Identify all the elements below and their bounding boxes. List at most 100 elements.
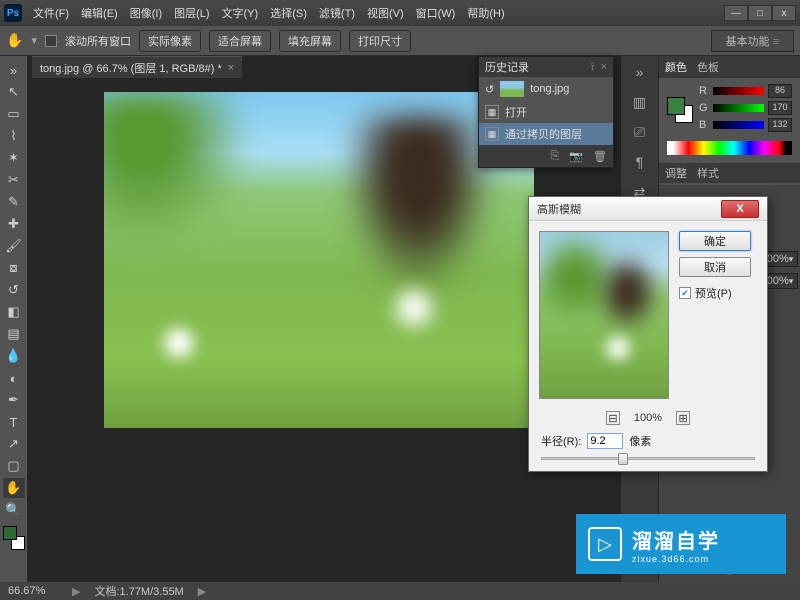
status-arrow-icon[interactable]: ▶ [72, 585, 80, 598]
dodge-tool-icon[interactable]: ◐ [3, 368, 25, 388]
status-zoom[interactable]: 66.67% [8, 585, 58, 597]
fit-screen-button[interactable]: 适合屏幕 [209, 30, 271, 52]
marquee-tool-icon[interactable]: ▭ [3, 104, 25, 124]
path-tool-icon[interactable]: ↗ [3, 434, 25, 454]
status-menu-icon[interactable]: ▶ [198, 585, 206, 598]
b-slider[interactable] [713, 121, 764, 129]
preview-zoom-value: 100% [634, 412, 662, 424]
ok-button[interactable]: 确定 [679, 231, 751, 251]
cancel-button[interactable]: 取消 [679, 257, 751, 277]
dock-collapse-icon[interactable]: » [627, 62, 653, 82]
menu-layer[interactable]: 图层(L) [169, 3, 214, 23]
zoom-out-button[interactable]: ⊟ [606, 411, 620, 425]
properties-panel-icon[interactable]: ⎚ [627, 122, 653, 142]
tab-color[interactable]: 颜色 [665, 59, 687, 75]
fill-screen-button[interactable]: 填充屏幕 [279, 30, 341, 52]
tab-styles[interactable]: 样式 [697, 165, 719, 181]
type-tool-icon[interactable]: T [3, 412, 25, 432]
menu-type[interactable]: 文字(Y) [217, 3, 264, 23]
r-value[interactable]: 86 [768, 84, 792, 98]
pen-tool-icon[interactable]: ✒ [3, 390, 25, 410]
eyedropper-tool-icon[interactable]: ✎ [3, 192, 25, 212]
healing-tool-icon[interactable]: ✚ [3, 214, 25, 234]
color-swatch[interactable] [667, 97, 693, 123]
g-value[interactable]: 170 [768, 101, 792, 115]
minimize-button[interactable]: — [724, 5, 748, 21]
crop-tool-icon[interactable]: ✂ [3, 170, 25, 190]
gradient-tool-icon[interactable]: ▤ [3, 324, 25, 344]
print-size-button[interactable]: 打印尺寸 [349, 30, 411, 52]
tab-adjustments[interactable]: 调整 [665, 165, 687, 181]
blur-tool-icon[interactable]: 💧 [3, 346, 25, 366]
history-item[interactable]: ▦ 打开 [479, 101, 613, 123]
gaussian-blur-dialog: 高斯模糊 X 确定 取消 ✔ 预览(P) ⊟ 100% ⊞ 半径(R): 像素 [528, 196, 768, 472]
workspace-switcher[interactable]: 基本功能 ≡ [711, 30, 794, 52]
history-step-label: 打开 [505, 104, 527, 120]
tab-toggle-icon[interactable]: » [3, 60, 25, 80]
b-value[interactable]: 132 [768, 118, 792, 132]
document-tab-close-icon[interactable]: × [228, 62, 234, 74]
document-tab[interactable]: tong.jpg @ 66.7% (图层 1, RGB/8#) * × [32, 56, 242, 78]
canvas-content [384, 278, 444, 338]
menu-image[interactable]: 图像(I) [125, 3, 167, 23]
foreground-background-swatch[interactable] [3, 526, 25, 550]
dropdown-icon[interactable]: ▾ [31, 34, 37, 47]
character-panel-icon[interactable]: ¶ [627, 152, 653, 172]
color-panel: R86 G170 B132 [659, 78, 800, 161]
hand-tool-icon: ✋ [6, 32, 23, 49]
radius-input[interactable] [587, 433, 623, 449]
slider-thumb-icon[interactable] [618, 453, 628, 465]
quick-select-tool-icon[interactable]: ✶ [3, 148, 25, 168]
eraser-tool-icon[interactable]: ◧ [3, 302, 25, 322]
g-slider[interactable] [713, 104, 764, 112]
history-brush-tool-icon[interactable]: ↺ [3, 280, 25, 300]
window-controls: — □ x [724, 5, 796, 21]
dialog-close-button[interactable]: X [721, 200, 759, 218]
panel-menu-icon[interactable]: × [601, 61, 607, 73]
lasso-tool-icon[interactable]: ⌇ [3, 126, 25, 146]
history-panel-header[interactable]: 历史记录 ⟟ × [479, 57, 613, 77]
preview-checkbox[interactable]: ✔ 预览(P) [679, 285, 751, 301]
filter-preview[interactable] [539, 231, 669, 399]
history-step-label: 通过拷贝的图层 [505, 126, 582, 142]
menu-select[interactable]: 选择(S) [265, 3, 312, 23]
move-tool-icon[interactable]: ↖ [3, 82, 25, 102]
shape-tool-icon[interactable]: ▢ [3, 456, 25, 476]
panel-collapse-icon[interactable]: ⟟ [590, 61, 594, 74]
b-label: B [699, 119, 709, 131]
menu-window[interactable]: 窗口(W) [411, 3, 461, 23]
menu-filter[interactable]: 滤镜(T) [314, 3, 360, 23]
color-spectrum[interactable] [667, 141, 792, 155]
zoom-in-button[interactable]: ⊞ [676, 411, 690, 425]
new-document-icon[interactable]: ⎘ [551, 150, 560, 163]
zoom-tool-icon[interactable]: 🔍 [3, 500, 25, 520]
hand-tool[interactable]: ✋ [3, 478, 25, 498]
status-bar: 66.67% ▶ 文档:1.77M/3.55M ▶ [0, 582, 800, 600]
play-icon: ▷ [588, 527, 622, 561]
delete-icon[interactable]: 🗑 [593, 150, 607, 163]
menu-view[interactable]: 视图(V) [362, 3, 409, 23]
menu-edit[interactable]: 编辑(E) [76, 3, 123, 23]
actual-pixels-button[interactable]: 实际像素 [139, 30, 201, 52]
history-brush-icon: ↺ [485, 83, 494, 96]
menu-file[interactable]: 文件(F) [28, 3, 74, 23]
brush-tool-icon[interactable]: 🖌 [3, 236, 25, 256]
new-snapshot-icon[interactable]: 📷 [569, 150, 583, 163]
canvas-content [344, 116, 494, 296]
dialog-titlebar[interactable]: 高斯模糊 X [529, 197, 767, 221]
tools-panel: » ↖ ▭ ⌇ ✶ ✂ ✎ ✚ 🖌 ⧇ ↺ ◧ ▤ 💧 ◐ ✒ T ↗ ▢ ✋ … [0, 56, 28, 582]
document-canvas[interactable] [104, 92, 534, 428]
scroll-all-checkbox[interactable] [45, 35, 57, 47]
radius-unit: 像素 [629, 433, 651, 449]
history-panel-icon[interactable]: ▥ [627, 92, 653, 112]
history-item-selected[interactable]: ▦ 通过拷贝的图层 [479, 123, 613, 145]
maximize-button[interactable]: □ [748, 5, 772, 21]
menu-help[interactable]: 帮助(H) [462, 3, 509, 23]
radius-slider[interactable] [529, 455, 767, 471]
watermark-title: 溜溜自学 [632, 525, 720, 554]
tab-swatches[interactable]: 色板 [697, 59, 719, 75]
history-snapshot-row[interactable]: ↺ tong.jpg [479, 77, 613, 101]
close-window-button[interactable]: x [772, 5, 796, 21]
r-slider[interactable] [713, 87, 764, 95]
stamp-tool-icon[interactable]: ⧇ [3, 258, 25, 278]
